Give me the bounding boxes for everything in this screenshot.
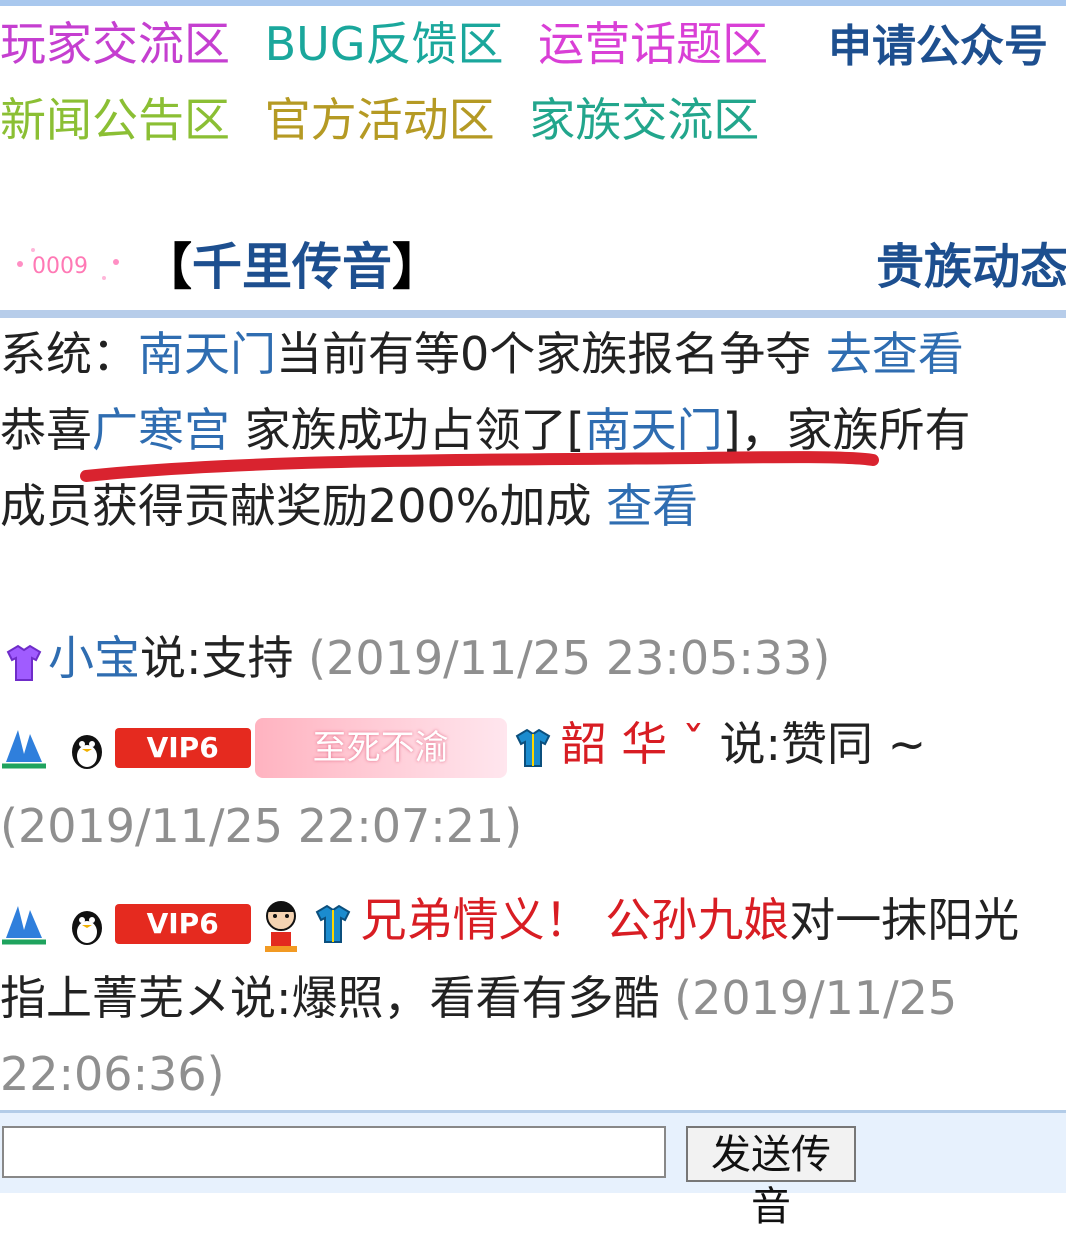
- congrats-line-2: 成员获得贡献奖励200%加成 查看: [0, 476, 698, 536]
- message-board-header: 0009 【千里传音】 贵族动态: [0, 232, 1066, 304]
- nav-link-player-exchange[interactable]: 玩家交流区: [0, 17, 230, 71]
- board-title: 千里传音: [192, 238, 392, 296]
- send-message-button[interactable]: 发送传音: [686, 1126, 856, 1229]
- top-border: [0, 0, 1066, 6]
- nav-row-1: 玩家交流区 BUG反馈区 运营话题区: [0, 16, 788, 72]
- system-prefix: 系统：: [0, 327, 138, 381]
- message-text: 说:支持: [140, 631, 294, 685]
- nav-link-news[interactable]: 新闻公告区: [0, 93, 230, 147]
- title-badge: 至死不渝: [254, 717, 507, 778]
- message-row: VIP6 至死不渝 韶 华 ˇ 说:赞同 ~: [0, 714, 926, 778]
- message-text: 对一抹阳光: [789, 893, 1020, 947]
- vip-badge: VIP6: [114, 903, 251, 944]
- message-text: 说:赞同 ~: [704, 717, 927, 771]
- message-row: VIP6 兄弟情义！ 公孙九娘对一抹阳光: [0, 890, 1019, 954]
- user-link[interactable]: 韶 华 ˇ: [561, 717, 705, 771]
- message-row: 小宝说:支持 (2019/11/25 23:05:33): [0, 628, 830, 688]
- view-link[interactable]: 查看: [606, 479, 698, 533]
- message-time-continued: 22:06:36): [0, 1047, 225, 1101]
- header-separator: [0, 310, 1066, 318]
- user-link[interactable]: 小宝: [48, 631, 140, 685]
- vip-badge: VIP6: [114, 727, 251, 768]
- blue-shirt-icon: [315, 904, 350, 943]
- header-title: 【千里传音】: [142, 236, 442, 298]
- apply-public-account-link[interactable]: 申请公众号: [828, 10, 1048, 74]
- system-message: 系统：南天门当前有等0个家族报名争夺 去查看: [0, 324, 964, 384]
- go-view-link[interactable]: 去查看: [826, 327, 964, 381]
- noble-news-link[interactable]: 贵族动态: [876, 236, 1066, 298]
- character-avatar-icon: [264, 900, 297, 952]
- penguin-icon: [71, 734, 102, 769]
- title-bracket-open: 【: [142, 238, 192, 296]
- message-time: (2019/11/25 22:07:21): [0, 799, 523, 853]
- blue-shirt-icon: [515, 728, 550, 767]
- system-text: 当前有等0个家族报名争夺: [276, 327, 812, 381]
- sparkle-decoration-icon: 0009: [17, 248, 119, 280]
- nav-link-family-exchange[interactable]: 家族交流区: [529, 93, 759, 147]
- crystal-icon: [2, 905, 46, 944]
- nav-row-2: 新闻公告区 官方活动区 家族交流区: [0, 92, 779, 148]
- message-time: (2019/11/25: [674, 971, 958, 1025]
- nav-link-bug-feedback[interactable]: BUG反馈区: [265, 17, 504, 71]
- place-link[interactable]: 南天门: [138, 327, 276, 381]
- title-bracket-close: 】: [392, 238, 442, 296]
- nav-link-official-events[interactable]: 官方活动区: [265, 93, 495, 147]
- nav-link-operations-topic[interactable]: 运营话题区: [538, 17, 768, 71]
- penguin-icon: [71, 910, 102, 945]
- user-link[interactable]: 兄弟情义！ 公孙九娘: [361, 893, 790, 947]
- message-text-continued: 指上菁芜メ说:爆照，看看有多酷: [0, 971, 660, 1025]
- message-continued: 指上菁芜メ说:爆照，看看有多酷 (2019/11/25: [0, 968, 957, 1028]
- svg-text:0009: 0009: [32, 254, 88, 279]
- message-input[interactable]: [2, 1126, 666, 1178]
- crystal-icon: [2, 729, 46, 768]
- purple-shirt-icon: [6, 644, 42, 681]
- message-time: (2019/11/25 23:05:33): [308, 631, 831, 685]
- congrats-reward-text: 成员获得贡献奖励200%加成: [0, 479, 592, 533]
